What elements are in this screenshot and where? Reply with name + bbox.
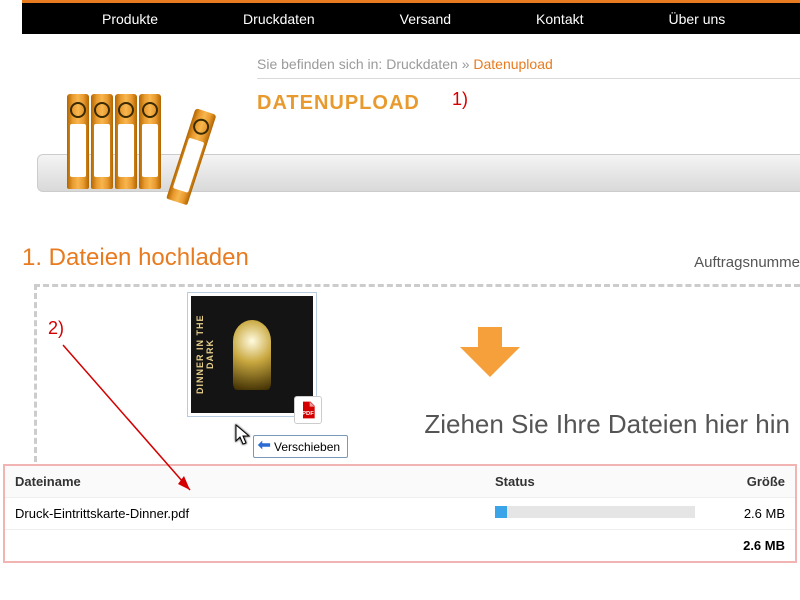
thumb-caption: DINNER IN THE DARK: [195, 306, 209, 403]
col-header-size: Größe: [715, 474, 785, 489]
dropzone-label: Ziehen Sie Ihre Dateien hier hin: [424, 409, 790, 440]
cell-total-size: 2.6 MB: [15, 538, 785, 553]
annotation-1: 1): [452, 89, 468, 110]
breadcrumb-link-druckdaten[interactable]: Druckdaten: [386, 56, 458, 72]
breadcrumb-prefix: Sie befinden sich in:: [257, 56, 382, 72]
table-row: Druck-Eintrittskarte-Dinner.pdf 2.6 MB: [5, 498, 795, 530]
nav-item-produkte[interactable]: Produkte: [102, 11, 158, 27]
page-title: DATENUPLOAD: [257, 92, 420, 115]
table-footer: 2.6 MB: [5, 530, 795, 561]
top-nav: Produkte Druckdaten Versand Kontakt Über…: [22, 0, 800, 34]
nav-item-ueberuns[interactable]: Über uns: [669, 11, 726, 27]
drag-tooltip: Verschieben: [253, 435, 348, 458]
cell-filename: Druck-Eintrittskarte-Dinner.pdf: [15, 506, 495, 521]
col-header-status: Status: [495, 474, 715, 489]
section-title: 1. Dateien hochladen: [22, 244, 800, 272]
breadcrumb-sep: »: [462, 56, 470, 72]
upload-progress-bar: [495, 506, 507, 518]
dragged-file-preview[interactable]: DINNER IN THE DARK PDF: [187, 292, 317, 417]
nav-item-kontakt[interactable]: Kontakt: [536, 11, 583, 27]
dropzone[interactable]: Ziehen Sie Ihre Dateien hier hin DINNER …: [34, 284, 800, 462]
move-arrow-icon: [257, 438, 271, 455]
down-arrow-icon: [460, 327, 520, 377]
col-header-name: Dateiname: [15, 474, 495, 489]
page-banner: Sie befinden sich in: Druckdaten » Daten…: [22, 34, 800, 224]
table-header: Dateiname Status Größe: [5, 466, 795, 498]
upload-progress: [495, 506, 695, 518]
drag-tooltip-label: Verschieben: [274, 440, 340, 454]
pdf-icon: PDF: [294, 396, 322, 424]
nav-item-versand[interactable]: Versand: [400, 11, 451, 27]
binders-illustration: [67, 94, 187, 189]
upload-file-table: Dateiname Status Größe Druck-Eintrittska…: [3, 464, 797, 563]
cell-size: 2.6 MB: [715, 506, 785, 521]
order-number-label: Auftragsnumme: [694, 254, 800, 271]
cell-status: [495, 506, 715, 521]
breadcrumb: Sie befinden sich in: Druckdaten » Daten…: [257, 56, 800, 79]
breadcrumb-current: Datenupload: [473, 56, 552, 72]
upload-section: 1. Dateien hochladen Auftragsnumme Ziehe…: [22, 244, 800, 462]
nav-item-druckdaten[interactable]: Druckdaten: [243, 11, 315, 27]
annotation-2: 2): [48, 318, 64, 339]
svg-text:PDF: PDF: [302, 411, 314, 417]
